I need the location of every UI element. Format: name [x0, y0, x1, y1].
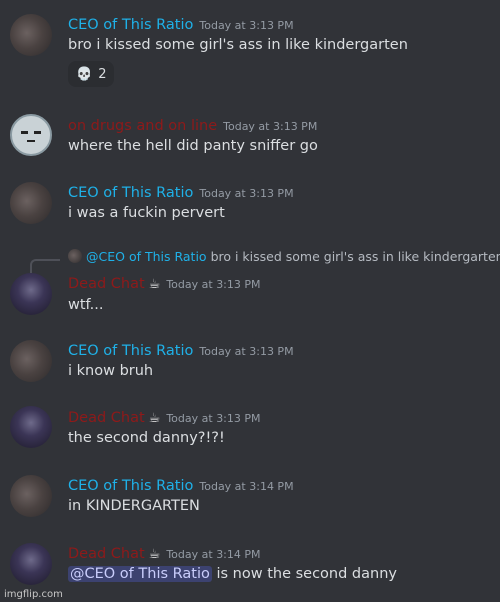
reply-author: @CEO of This Ratio: [86, 249, 207, 264]
author-name[interactable]: Dead Chat: [68, 276, 145, 292]
message-text: wtf...: [68, 297, 104, 313]
message-text: bro i kissed some girl's ass in like kin…: [68, 37, 408, 53]
coffee-icon: ☕: [148, 411, 161, 426]
avatar[interactable]: [10, 14, 52, 56]
watermark: imgflip.com: [4, 589, 63, 600]
face-icon: [21, 131, 41, 142]
skull-icon: 💀: [76, 66, 93, 82]
reply-text: bro i kissed some girl's ass in like kin…: [210, 249, 500, 264]
avatar[interactable]: [10, 114, 52, 156]
reaction-count: 2: [98, 66, 107, 82]
avatar[interactable]: [10, 406, 52, 448]
avatar[interactable]: [10, 340, 52, 382]
message-header: CEO of This Ratio Today at 3:13 PM: [68, 182, 294, 201]
author-name[interactable]: CEO of This Ratio: [68, 17, 193, 33]
author-name[interactable]: Dead Chat: [68, 410, 145, 426]
message-header: Dead Chat ☕ Today at 3:14 PM: [68, 543, 261, 562]
timestamp: Today at 3:14 PM: [199, 480, 294, 493]
message-text: where the hell did panty sniffer go: [68, 138, 318, 154]
message-text: i know bruh: [68, 363, 154, 379]
message-header: on drugs and on line Today at 3:13 PM: [68, 115, 317, 134]
avatar: [68, 249, 82, 263]
timestamp: Today at 3:13 PM: [199, 345, 294, 358]
avatar[interactable]: [10, 543, 52, 585]
timestamp: Today at 3:13 PM: [166, 412, 261, 425]
author-name[interactable]: CEO of This Ratio: [68, 343, 193, 359]
reaction-button[interactable]: 💀 2: [68, 61, 115, 87]
timestamp: Today at 3:13 PM: [199, 19, 294, 32]
message-header: Dead Chat ☕ Today at 3:13 PM: [68, 273, 261, 292]
reply-connector: [30, 259, 60, 273]
timestamp: Today at 3:13 PM: [223, 120, 318, 133]
message-header: CEO of This Ratio Today at 3:13 PM: [68, 14, 294, 33]
message-header: CEO of This Ratio Today at 3:14 PM: [68, 475, 294, 494]
avatar[interactable]: [10, 273, 52, 315]
user-mention[interactable]: @CEO of This Ratio: [68, 566, 212, 582]
timestamp: Today at 3:14 PM: [166, 548, 261, 561]
message-header: Dead Chat ☕ Today at 3:13 PM: [68, 407, 261, 426]
author-name[interactable]: on drugs and on line: [68, 118, 217, 134]
author-name[interactable]: CEO of This Ratio: [68, 478, 193, 494]
message-text-rest: is now the second danny: [211, 566, 397, 582]
author-name[interactable]: CEO of This Ratio: [68, 185, 193, 201]
message-text: i was a fuckin pervert: [68, 205, 225, 221]
message-text: the second danny?!?!: [68, 430, 225, 446]
coffee-icon: ☕: [148, 547, 161, 562]
avatar[interactable]: [10, 475, 52, 517]
reply-preview[interactable]: @CEO of This Ratio bro i kissed some gir…: [68, 249, 500, 264]
timestamp: Today at 3:13 PM: [199, 187, 294, 200]
coffee-icon: ☕: [148, 277, 161, 292]
message-header: CEO of This Ratio Today at 3:13 PM: [68, 340, 294, 359]
message-text: @CEO of This Ratio is now the second dan…: [68, 566, 397, 582]
timestamp: Today at 3:13 PM: [166, 278, 261, 291]
message-text: in KINDERGARTEN: [68, 498, 200, 514]
avatar[interactable]: [10, 182, 52, 224]
author-name[interactable]: Dead Chat: [68, 546, 145, 562]
